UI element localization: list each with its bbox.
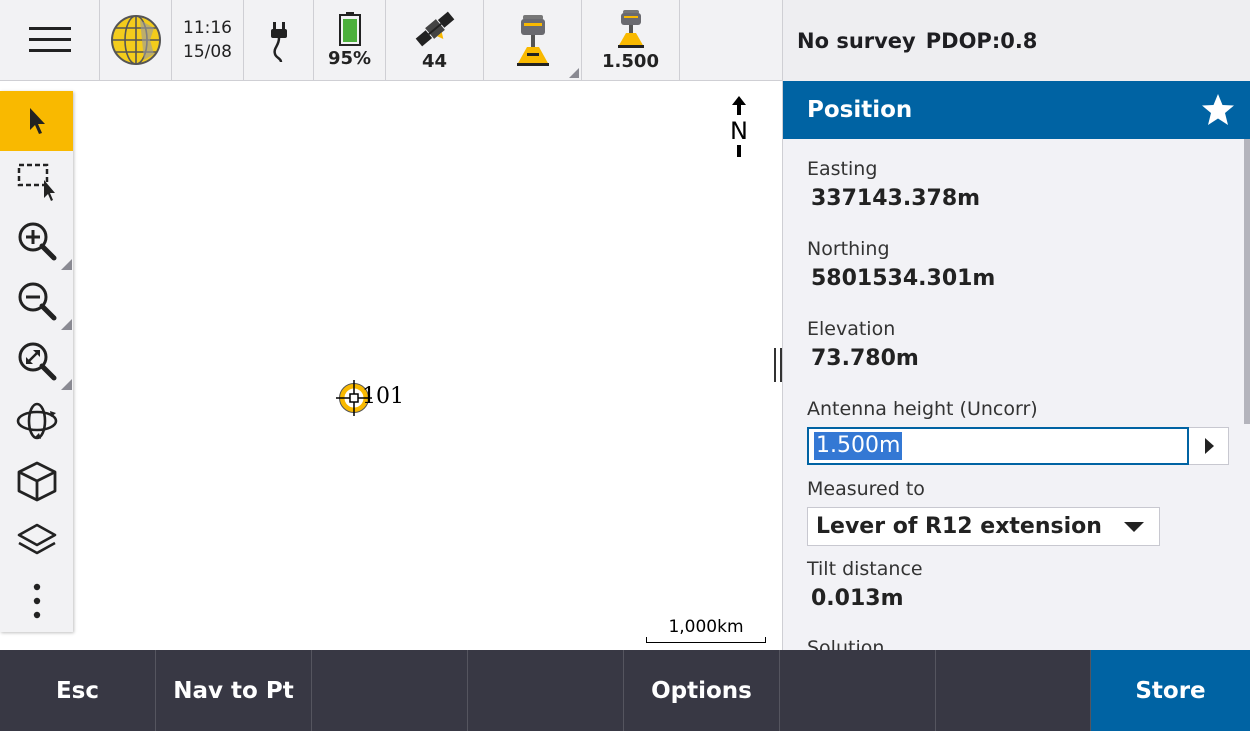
expand-corner-icon [61, 259, 72, 270]
satellite-count: 44 [421, 50, 448, 72]
status-bar-spacer [680, 0, 782, 80]
expand-corner-icon [569, 68, 579, 78]
power-status[interactable] [244, 0, 314, 80]
more-tools-button[interactable] [0, 571, 73, 631]
time-text: 11:16 [183, 18, 232, 38]
zoom-out-icon [18, 282, 56, 321]
measured-to-field: Measured to [807, 478, 925, 500]
tilt-distance-field: Tilt distance 0.013m [807, 558, 923, 611]
antenna-icon [617, 9, 644, 48]
cube-icon [17, 461, 56, 502]
measured-to-dropdown[interactable]: Lever of R12 extension [807, 507, 1160, 546]
easting-label: Easting [807, 158, 878, 180]
box-select-tool-button[interactable] [0, 151, 73, 211]
north-tail [737, 145, 741, 157]
menu-button[interactable] [0, 0, 100, 80]
expand-corner-icon [61, 379, 72, 390]
elevation-value: 73.780m [811, 346, 919, 371]
measured-to-value: Lever of R12 extension [816, 514, 1102, 539]
survey-state-text: No survey [797, 28, 916, 53]
globe-icon [110, 15, 161, 65]
elevation-label: Elevation [807, 318, 896, 340]
tilt-distance-value: 0.013m [811, 586, 904, 611]
antenna-height-field: Antenna height (Uncorr) [807, 398, 1038, 420]
3d-view-button[interactable] [0, 451, 73, 511]
scale-bar: 1,000km [646, 617, 766, 643]
options-button[interactable]: Options [624, 650, 780, 731]
softkey-empty-3 [312, 650, 468, 731]
map-view[interactable] [73, 81, 782, 650]
battery-percent: 95% [327, 47, 372, 69]
chevron-down-icon [1124, 521, 1144, 532]
nav-to-point-button[interactable]: Nav to Pt [156, 650, 312, 731]
northing-value: 5801534.301m [811, 266, 996, 291]
esc-button[interactable]: Esc [0, 650, 156, 731]
job-globe-button[interactable] [100, 0, 172, 80]
survey-status-line[interactable]: No survey PDOP:0.8 [782, 0, 1250, 81]
orbit-button[interactable] [0, 391, 73, 451]
elevation-field: Elevation 73.780m [807, 318, 919, 371]
north-label: N [730, 117, 748, 145]
softkey-empty-4 [468, 650, 624, 731]
power-plug-icon [270, 22, 287, 62]
select-tool-button[interactable] [0, 91, 73, 151]
position-panel: Position Easting 337143.378m Northing 58… [782, 81, 1250, 650]
antenna-status[interactable]: 1.500 [582, 0, 680, 80]
antenna-height-input[interactable]: 1.500m [807, 427, 1189, 465]
northing-field: Northing 5801534.301m [807, 238, 995, 291]
play-arrow-icon [1204, 438, 1214, 454]
north-arrow-icon [732, 96, 746, 115]
tilt-distance-label: Tilt distance [807, 558, 923, 580]
pdop-text: PDOP:0.8 [925, 28, 1038, 53]
measured-to-label: Measured to [807, 478, 925, 500]
scale-line [646, 637, 766, 643]
zoom-out-button[interactable] [0, 271, 73, 331]
map-toolbar [0, 91, 73, 632]
expand-corner-icon [61, 319, 72, 330]
date-time[interactable]: 11:16 15/08 [172, 0, 244, 80]
panel-scrollbar[interactable] [1244, 139, 1250, 424]
menu-icon [28, 27, 71, 52]
layers-button[interactable] [0, 511, 73, 571]
battery-status[interactable]: 95% [314, 0, 386, 80]
antenna-height-label: Antenna height (Uncorr) [807, 398, 1038, 420]
softkey-bar: Esc Nav to Pt Options Store [0, 650, 1250, 731]
solution-label: Solution [807, 637, 885, 650]
more-icon [33, 583, 40, 619]
grip-line [774, 348, 776, 382]
softkey-empty-6 [780, 650, 936, 731]
antenna-height-value: 1.500 [602, 50, 659, 72]
antenna-height-input-value: 1.500m [814, 432, 903, 460]
date-text: 15/08 [183, 42, 232, 62]
zoom-in-button[interactable] [0, 211, 73, 271]
north-arrow: N [726, 95, 752, 162]
panel-title: Position [807, 97, 913, 123]
antenna-height-input-group: 1.500m [807, 427, 1229, 465]
antenna-height-popup-button[interactable] [1189, 427, 1229, 465]
easting-field: Easting 337143.378m [807, 158, 980, 211]
battery-icon [338, 11, 361, 46]
box-select-icon [17, 163, 55, 201]
zoom-extents-icon [18, 342, 56, 381]
panel-header: Position [783, 81, 1250, 139]
easting-value: 337143.378m [811, 186, 981, 211]
zoom-in-icon [18, 222, 56, 261]
satellite-icon [415, 11, 454, 46]
zoom-extents-button[interactable] [0, 331, 73, 391]
northing-label: Northing [807, 238, 890, 260]
scale-label: 1,000km [668, 617, 744, 637]
receiver-icon [516, 15, 549, 66]
satellite-status[interactable]: 44 [386, 0, 484, 80]
layers-icon [17, 523, 56, 555]
star-icon[interactable] [1200, 92, 1236, 128]
receiver-status[interactable] [484, 0, 582, 80]
softkey-empty-7 [936, 650, 1091, 731]
store-button[interactable]: Store [1091, 650, 1250, 731]
select-arrow-icon [29, 108, 45, 134]
point-name-label: 101 [362, 384, 404, 409]
solution-field: Solution [807, 637, 884, 650]
orbit-icon [16, 402, 57, 440]
status-bar: 11:16 15/08 95% 44 1.500 [0, 0, 782, 81]
